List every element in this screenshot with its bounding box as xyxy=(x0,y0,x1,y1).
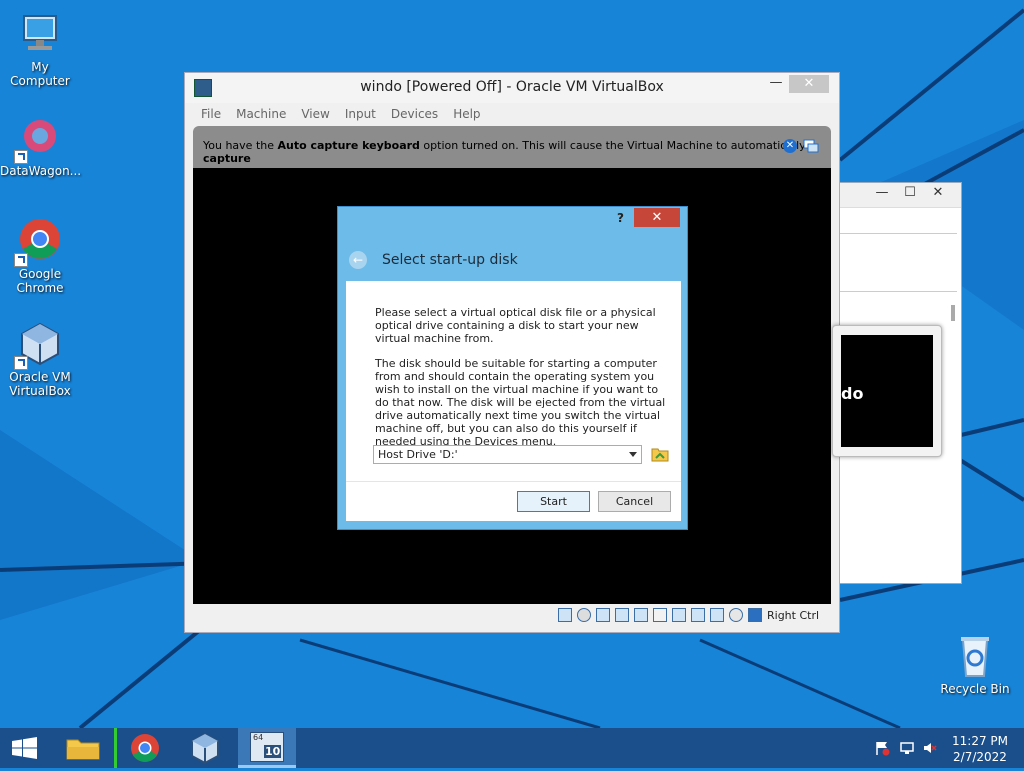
system-clock[interactable]: 11:27 PM 2/7/2022 xyxy=(944,733,1016,765)
background-window-scrollbar[interactable] xyxy=(951,305,955,321)
dialog-divider xyxy=(346,481,681,482)
shared-folders-icon[interactable] xyxy=(653,608,667,622)
audio-icon[interactable] xyxy=(596,608,610,622)
minimize-button[interactable]: — xyxy=(867,183,897,203)
virtualbox-icon xyxy=(14,320,64,370)
dialog-paragraph: Please select a virtual optical disk fil… xyxy=(375,306,656,345)
network-icon[interactable] xyxy=(615,608,629,622)
desktop-icon-virtualbox[interactable]: Oracle VM VirtualBox xyxy=(0,320,80,398)
start-button[interactable] xyxy=(0,728,50,768)
network-icon[interactable] xyxy=(899,740,915,756)
usb-icon[interactable] xyxy=(634,608,648,622)
menu-help[interactable]: Help xyxy=(445,103,487,121)
close-button[interactable]: ✕ xyxy=(923,183,953,203)
minimize-button[interactable]: — xyxy=(761,73,791,93)
folder-open-icon[interactable] xyxy=(651,446,669,462)
menu-machine[interactable]: Machine xyxy=(228,103,293,121)
menu-devices[interactable]: Devices xyxy=(383,103,445,121)
menu-bar: File Machine View Input Devices Help xyxy=(193,103,831,125)
chevron-down-icon xyxy=(629,452,637,457)
taskbar-chrome[interactable] xyxy=(114,728,172,768)
display-icon[interactable] xyxy=(672,608,686,622)
banner-toggle-icon[interactable] xyxy=(803,139,819,153)
taskbar-vm-window[interactable]: 64 10 xyxy=(238,728,296,768)
keyboard-capture-icon[interactable] xyxy=(748,608,762,622)
banner-close-icon[interactable]: ✕ xyxy=(783,139,797,153)
desktop-icon-label: Google Chrome xyxy=(16,267,64,295)
desktop-icon-google-chrome[interactable]: Google Chrome xyxy=(0,217,80,295)
vm-os-icon: 64 10 xyxy=(250,732,284,762)
folder-icon xyxy=(66,739,100,760)
background-window-divider xyxy=(839,233,957,234)
shortcut-arrow-icon xyxy=(14,356,28,370)
chrome-icon xyxy=(131,734,159,762)
vm-arch-badge: 64 xyxy=(253,733,264,742)
startup-disk-dialog[interactable]: ? ✕ ← Select start-up disk Please select… xyxy=(337,206,688,530)
desktop-icon-label: Oracle VM VirtualBox xyxy=(9,370,71,398)
dialog-paragraph: The disk should be suitable for starting… xyxy=(375,357,666,448)
vm-os-badge: 10 xyxy=(264,745,282,758)
computer-icon xyxy=(16,10,64,58)
volume-muted-icon[interactable] xyxy=(922,740,938,756)
vm-preview-label: do xyxy=(841,384,864,403)
back-arrow-icon[interactable]: ← xyxy=(349,251,367,269)
menu-view[interactable]: View xyxy=(293,103,336,121)
disk-select-value: Host Drive 'D:' xyxy=(378,448,458,461)
desktop-icon-recycle-bin[interactable]: Recycle Bin xyxy=(935,632,1015,696)
desktop-icon-datawagon[interactable]: DataWagon... xyxy=(0,114,82,178)
host-key-label: Right Ctrl xyxy=(767,609,820,622)
optical-drive-icon[interactable] xyxy=(577,608,591,622)
banner-text-prefix: You have the xyxy=(203,139,278,152)
window-title: windo [Powered Off] - Oracle VM VirtualB… xyxy=(360,79,664,95)
virtualbox-icon xyxy=(191,732,219,765)
status-bar: Right Ctrl xyxy=(193,605,831,627)
menu-input[interactable]: Input xyxy=(337,103,383,121)
recycle-bin-icon xyxy=(951,632,999,680)
notification-banner: You have the Auto capture keyboard optio… xyxy=(193,126,831,168)
start-button[interactable]: Start xyxy=(517,491,590,512)
clock-date: 2/7/2022 xyxy=(953,750,1007,764)
clock-time: 11:27 PM xyxy=(952,734,1008,748)
taskbar-virtualbox[interactable] xyxy=(176,728,234,768)
shortcut-arrow-icon xyxy=(14,150,28,164)
shortcut-arrow-icon xyxy=(14,253,28,267)
background-window-divider xyxy=(839,291,957,292)
taskbar: 64 10 11:27 PM 2/7/2022 xyxy=(0,728,1024,768)
chrome-icon xyxy=(14,217,64,267)
banner-text: You have the Auto capture keyboard optio… xyxy=(203,139,831,165)
video-capture-icon[interactable] xyxy=(691,608,705,622)
vm-preview-popup: do xyxy=(832,325,942,457)
maximize-button[interactable]: ☐ xyxy=(895,183,925,203)
banner-text-bold: capture xyxy=(203,152,251,165)
cancel-button[interactable]: Cancel xyxy=(598,491,671,512)
background-window-titlebar[interactable]: — ☐ ✕ xyxy=(839,183,961,208)
vm-window-titlebar[interactable]: windo [Powered Off] - Oracle VM VirtualB… xyxy=(185,73,839,103)
cpu-icon[interactable] xyxy=(710,608,724,622)
desktop-icon-my-computer[interactable]: My Computer xyxy=(0,10,80,88)
dialog-heading: Select start-up disk xyxy=(382,252,518,268)
desktop-icon-label: DataWagon... xyxy=(0,164,82,178)
banner-text-middle: option turned on. This will cause the Vi… xyxy=(419,139,806,152)
dialog-body: Please select a virtual optical disk fil… xyxy=(346,281,681,521)
disk-select-dropdown[interactable]: Host Drive 'D:' xyxy=(373,445,642,464)
dialog-close-button[interactable]: ✕ xyxy=(634,208,680,227)
taskbar-file-explorer[interactable] xyxy=(54,728,112,768)
banner-text-bold: Auto capture keyboard xyxy=(277,139,420,152)
close-button[interactable]: ✕ xyxy=(789,75,829,93)
action-center-flag-icon[interactable] xyxy=(874,740,890,756)
windows-logo-icon xyxy=(12,737,37,759)
desktop-icon-label: My Computer xyxy=(10,60,70,88)
hard-disk-icon[interactable] xyxy=(558,608,572,622)
help-button[interactable]: ? xyxy=(617,211,624,225)
gear-icon xyxy=(14,114,64,164)
desktop-icon-label: Recycle Bin xyxy=(940,682,1010,696)
mouse-integration-icon[interactable] xyxy=(729,608,743,622)
menu-file[interactable]: File xyxy=(193,103,228,121)
